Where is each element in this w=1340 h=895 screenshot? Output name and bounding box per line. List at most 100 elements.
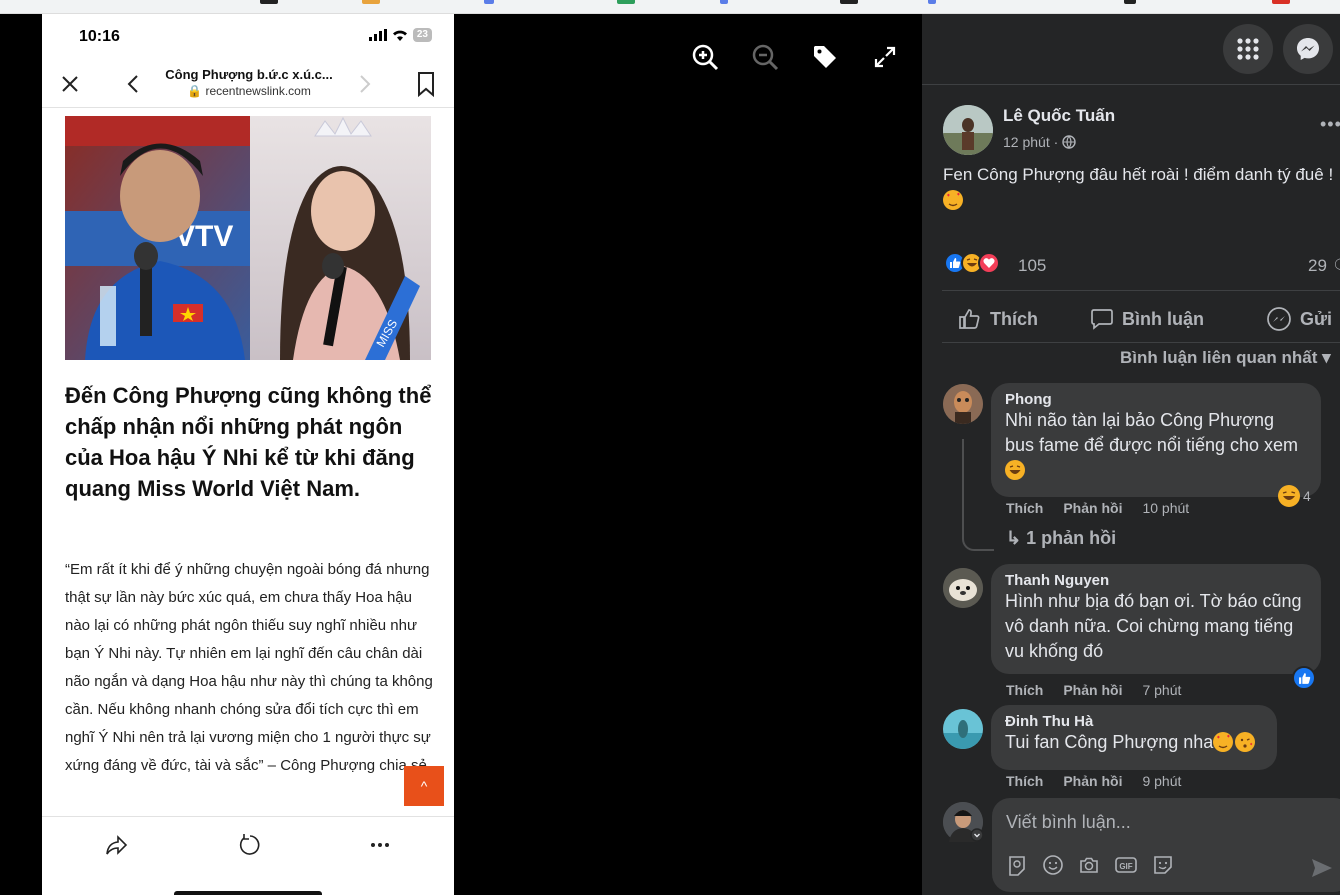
view-replies-button[interactable]: ↳ 1 phản hồi: [1006, 528, 1116, 549]
article-quote: “Em rất ít khi để ý những chuyện ngoài b…: [65, 561, 433, 774]
grid-icon: [1237, 38, 1259, 60]
tab-favicon[interactable]: [840, 0, 858, 4]
send-icon[interactable]: [1310, 856, 1334, 880]
comment-sort-dropdown[interactable]: Bình luận liên quan nhất ▾: [1120, 348, 1331, 368]
avatar-sticker-icon[interactable]: [1006, 854, 1028, 876]
comment-reaction-badge[interactable]: [1292, 666, 1316, 690]
comment-reaction-badge[interactable]: 4: [1278, 485, 1311, 507]
post-time-text: 12 phút ·: [1003, 134, 1059, 150]
sticker-icon[interactable]: [1152, 854, 1174, 876]
comment-bubble: Đinh Thu Hà Tui fan Công Phượng nha: [991, 705, 1277, 770]
comment-sort-label: Bình luận liên quan nhất: [1120, 348, 1318, 367]
comment-text-content: Tui fan Công Phượng nha: [1005, 732, 1214, 752]
post-author-name[interactable]: Lê Quốc Tuấn: [1003, 106, 1115, 126]
article-headline: Đến Công Phượng cũng không thể chấp nhận…: [65, 383, 432, 501]
fullscreen-icon[interactable]: [870, 42, 900, 72]
comment-reply-button[interactable]: Phản hồi: [1063, 773, 1122, 789]
comment-count[interactable]: 29 🗨: [1308, 256, 1340, 276]
post-panel: Lê Quốc Tuấn 12 phút · ••• Fen Công Phượ…: [922, 14, 1340, 895]
comment-reaction-count: 4: [1303, 488, 1311, 504]
reply-arrow-icon: ↳: [1006, 528, 1022, 548]
zoom-in-icon[interactable]: [690, 42, 720, 72]
scroll-to-top-button[interactable]: ^: [404, 766, 444, 806]
gif-icon[interactable]: GIF: [1114, 854, 1138, 876]
menu-grid-button[interactable]: [1223, 24, 1273, 74]
view-replies-label: 1 phản hồi: [1026, 528, 1117, 548]
comment-like-button[interactable]: Thích: [1006, 773, 1043, 789]
more-options-icon[interactable]: •••: [1320, 114, 1340, 135]
comment-text: Nhi não tàn lại bảo Công Phượng bus fame…: [1005, 408, 1307, 483]
lock-icon: 🔒: [187, 84, 203, 98]
comment-reply-button[interactable]: Phản hồi: [1063, 682, 1122, 698]
post-text-content: Fen Công Phượng đâu hết roài ! điểm danh…: [943, 165, 1334, 184]
reaction-count[interactable]: 105: [1018, 256, 1046, 276]
tab-favicon[interactable]: [484, 0, 494, 4]
signal-icon: [368, 29, 387, 41]
like-label: Thích: [990, 308, 1038, 329]
post-time[interactable]: 12 phút ·: [1003, 134, 1076, 150]
camera-icon[interactable]: [1078, 854, 1100, 876]
emoji-icon[interactable]: [1042, 854, 1064, 876]
page-title-box[interactable]: Công Phượng b.ứ.c x.ú.c... 🔒 recentnewsl…: [154, 67, 344, 98]
comment-text: Tui fan Công Phượng nha: [1005, 730, 1263, 755]
tab-favicon[interactable]: [617, 0, 635, 4]
home-indicator: [174, 891, 322, 895]
chevron-up-icon: ^: [420, 778, 428, 794]
comment-like-button[interactable]: Thích: [1006, 682, 1043, 698]
commenter-avatar[interactable]: [943, 568, 983, 608]
kissing-face-emoji: [1235, 732, 1256, 752]
messenger-icon: [1267, 307, 1291, 331]
tab-favicon[interactable]: [362, 0, 380, 4]
like-reaction-icon: [1292, 666, 1316, 690]
share-icon[interactable]: [102, 831, 130, 859]
close-icon[interactable]: [58, 72, 82, 96]
comment-bubble: Phong Nhi não tàn lại bảo Công Phượng bu…: [991, 383, 1321, 497]
tag-icon[interactable]: [810, 42, 840, 72]
my-avatar[interactable]: [943, 802, 984, 842]
hearts-face-emoji: [943, 190, 963, 210]
forward-icon[interactable]: [352, 72, 376, 96]
tab-favicon[interactable]: [1124, 0, 1136, 4]
comment-like-button[interactable]: Thích: [1006, 500, 1043, 516]
commenter-name[interactable]: Đinh Thu Hà: [1005, 713, 1263, 730]
comment-time[interactable]: 9 phút: [1142, 773, 1181, 789]
author-avatar[interactable]: [943, 105, 993, 155]
comment-button[interactable]: Bình luận: [1090, 301, 1204, 337]
more-icon[interactable]: [366, 831, 394, 859]
divider: [922, 84, 1340, 85]
messenger-icon: [1297, 38, 1319, 60]
tab-favicon[interactable]: [720, 0, 728, 4]
comment-composer[interactable]: Viết bình luận... GIF: [992, 798, 1340, 892]
tab-favicon[interactable]: [260, 0, 278, 4]
reply-thread-line: [962, 439, 994, 551]
messenger-button[interactable]: [1283, 24, 1333, 74]
comment-reply-button[interactable]: Phản hồi: [1063, 500, 1122, 516]
comment-time[interactable]: 10 phút: [1142, 500, 1189, 516]
comment-time[interactable]: 7 phút: [1142, 682, 1181, 698]
bookmark-icon[interactable]: [414, 70, 438, 98]
phone-screenshot: 10:16 23 Công Phượng b.ứ.c x.ú.c... 🔒 re…: [42, 14, 454, 895]
comment-input-placeholder[interactable]: Viết bình luận...: [1006, 812, 1131, 833]
comment-bubble: Thanh Nguyen Hình như bịa đó bạn ơi. Tờ …: [991, 564, 1321, 674]
comment-text: Hình như bịa đó bạn ơi. Tờ báo cũng vô d…: [1005, 591, 1302, 661]
zoom-out-icon[interactable]: [750, 42, 780, 72]
like-button[interactable]: Thích: [958, 301, 1038, 337]
status-icons: 23: [368, 28, 432, 42]
commenter-avatar[interactable]: [943, 709, 983, 749]
comment-icon: [1091, 309, 1113, 330]
reaction-icons[interactable]: [944, 252, 1000, 274]
commenter-name[interactable]: Phong: [1005, 391, 1307, 408]
browser-top-strip: [0, 0, 1340, 14]
tab-favicon[interactable]: [1272, 0, 1290, 4]
post-text: Fen Công Phượng đâu hết roài ! điểm danh…: [943, 162, 1338, 214]
reload-icon[interactable]: [234, 831, 262, 859]
comment-text-content: Nhi não tàn lại bảo Công Phượng bus fame…: [1005, 410, 1299, 455]
wifi-icon: [392, 30, 407, 41]
send-button[interactable]: Gửi: [1266, 301, 1332, 337]
love-reaction-icon: [978, 252, 1000, 274]
commenter-name[interactable]: Thanh Nguyen: [1005, 572, 1307, 589]
back-icon[interactable]: [122, 72, 146, 96]
tab-favicon[interactable]: [928, 0, 936, 4]
globe-icon: [1062, 135, 1076, 149]
commenter-avatar[interactable]: [943, 384, 983, 424]
